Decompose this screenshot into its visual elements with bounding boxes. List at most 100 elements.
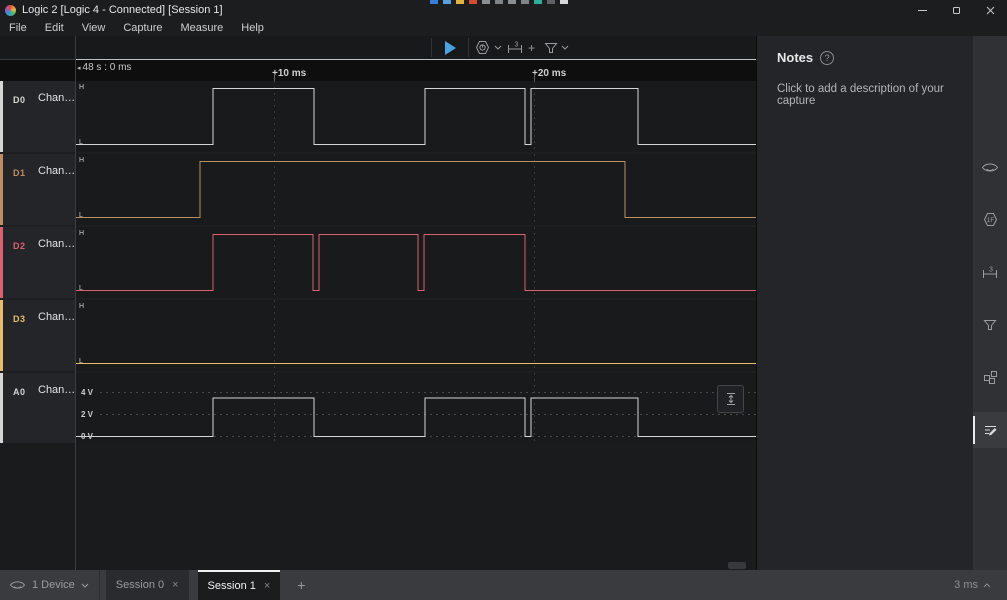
measurement-icon: 3 xyxy=(508,42,522,53)
channel-label-panel-d3[interactable]: D3 Chan… xyxy=(0,300,76,371)
vertical-scale-icon xyxy=(726,393,735,405)
time-scale-indicator[interactable]: 3 ms xyxy=(954,570,1007,600)
menu-help[interactable]: Help xyxy=(232,22,273,34)
high-level-marker: H xyxy=(79,303,85,310)
funnel-icon xyxy=(544,42,558,53)
capture-toolbar: 3 + xyxy=(0,36,756,59)
session-tab-label: Session 0 xyxy=(115,579,165,591)
channel-id-label: D0 xyxy=(13,95,26,105)
channel-color-stripe xyxy=(0,81,3,152)
timeline-tick-label: +20 ms xyxy=(532,68,567,79)
chevron-up-icon xyxy=(983,582,991,587)
capture-info-icon xyxy=(981,161,999,174)
taskbar-peek-strip xyxy=(430,0,568,4)
logic2-app-window: Logic 2 [Logic 4 - Connected] [Session 1… xyxy=(0,0,1007,600)
minimize-icon[interactable] xyxy=(905,0,939,20)
notes-title: Notes xyxy=(777,50,814,65)
new-session-button[interactable]: + xyxy=(289,570,313,600)
timeline-tick-mark xyxy=(534,74,535,81)
menu-measure[interactable]: Measure xyxy=(172,22,233,34)
extensions-icon xyxy=(983,370,998,385)
timeline-ruler[interactable]: ◂ 48 s : 0 ms +10 ms +20 ms xyxy=(0,59,756,81)
svg-text:3: 3 xyxy=(989,266,993,273)
channel-label-panel-d0[interactable]: D0 Chan… xyxy=(0,81,76,152)
capture-empty-area[interactable] xyxy=(0,443,756,570)
annotations-icon xyxy=(983,423,998,438)
chevron-down-icon xyxy=(81,583,89,588)
channel-row-d3: D3 Chan… H L xyxy=(0,300,756,371)
channel-waveform-d0[interactable]: HL xyxy=(76,81,756,152)
right-icon-sidebar: 1F 3 xyxy=(973,36,1007,570)
sidebar-triggers-icon[interactable] xyxy=(973,307,1007,343)
channel-id-label: D1 xyxy=(13,168,26,178)
horizontal-scrollbar-thumb[interactable] xyxy=(728,562,746,569)
channel-color-stripe xyxy=(0,154,3,225)
taskbar-peek-chip xyxy=(456,0,464,4)
play-icon xyxy=(444,40,456,55)
help-icon[interactable]: ? xyxy=(820,50,835,65)
bottom-bar: 1 Device Session 0 × Session 1 × + 3 ms xyxy=(0,570,1007,600)
close-tab-icon[interactable]: × xyxy=(172,579,178,591)
restore-icon[interactable] xyxy=(939,0,973,20)
taskbar-peek-chip xyxy=(482,0,490,4)
channel-name-label[interactable]: Chan… xyxy=(38,238,75,250)
menu-edit[interactable]: Edit xyxy=(36,22,73,34)
origin-marker-icon: ◂ xyxy=(77,64,81,72)
trigger-filter-button[interactable] xyxy=(544,38,569,57)
low-level-marker: L xyxy=(79,285,83,292)
channel-waveform-a0[interactable]: 4 V 2 V 0 V xyxy=(76,373,756,443)
device-selector[interactable]: 1 Device xyxy=(0,570,99,600)
menu-view[interactable]: View xyxy=(73,22,115,34)
title-bar[interactable]: Logic 2 [Logic 4 - Connected] [Session 1… xyxy=(0,0,1007,20)
menu-capture[interactable]: Capture xyxy=(114,22,171,34)
taskbar-peek-chip xyxy=(495,0,503,4)
channel-name-label[interactable]: Chan… xyxy=(38,311,75,323)
channel-label-panel-d1[interactable]: D1 Chan… xyxy=(0,154,76,225)
channel-name-label[interactable]: Chan… xyxy=(38,165,75,177)
channel-label-panel-a0[interactable]: A0 Chan… xyxy=(0,373,76,443)
channel-id-label: D3 xyxy=(13,314,26,324)
timer-hexagon-icon xyxy=(475,41,490,54)
sidebar-measurements-icon[interactable]: 3 xyxy=(973,254,1007,290)
channel-name-label[interactable]: Chan… xyxy=(38,384,75,396)
analog-scale-button[interactable] xyxy=(717,385,744,413)
sidebar-analyzers-icon[interactable]: 1F xyxy=(973,202,1007,238)
menu-bar: File Edit View Capture Measure Help xyxy=(0,20,1007,36)
sidebar-capture-info-icon[interactable] xyxy=(973,149,1007,185)
session-tab-session-1[interactable]: Session 1 × xyxy=(197,570,281,600)
high-level-marker: H xyxy=(79,230,85,237)
menu-file[interactable]: File xyxy=(0,22,36,34)
channel-label-panel-d2[interactable]: D2 Chan… xyxy=(0,227,76,298)
taskbar-peek-chip xyxy=(560,0,568,4)
session-tab-session-0[interactable]: Session 0 × xyxy=(105,570,189,600)
taskbar-peek-chip xyxy=(430,0,438,4)
channel-waveform-d3[interactable]: HL xyxy=(76,300,756,371)
capture-settings-button[interactable] xyxy=(474,38,502,57)
close-icon[interactable] xyxy=(973,0,1007,20)
taskbar-peek-chip xyxy=(547,0,555,4)
voltage-scale-label: 4 V xyxy=(81,388,94,397)
channel-id-label: D2 xyxy=(13,241,26,251)
taskbar-peek-chip xyxy=(443,0,451,4)
start-capture-button[interactable] xyxy=(438,39,462,56)
channel-name-label[interactable]: Chan… xyxy=(38,92,75,104)
sidebar-annotations-icon[interactable] xyxy=(973,412,1007,448)
window-title: Logic 2 [Logic 4 - Connected] [Session 1… xyxy=(22,4,223,16)
ruler-border xyxy=(76,59,756,60)
channel-rows: D0 Chan… H L D1 Chan… H L D2 Chan… H L D3 Chan… H L A0 Ch… xyxy=(0,81,756,445)
sidebar-extensions-icon[interactable] xyxy=(973,359,1007,395)
taskbar-peek-chip xyxy=(469,0,477,4)
add-measurement-button[interactable]: 3 + xyxy=(506,38,535,57)
svg-text:3: 3 xyxy=(515,42,519,49)
taskbar-peek-chip xyxy=(534,0,542,4)
low-level-marker: L xyxy=(79,358,83,365)
close-tab-icon[interactable]: × xyxy=(264,580,270,592)
channel-panel-divider xyxy=(75,36,76,570)
notes-panel: Notes ? Click to add a description of yo… xyxy=(756,36,973,570)
channel-waveform-d2[interactable]: HL xyxy=(76,227,756,298)
notes-placeholder[interactable]: Click to add a description of your captu… xyxy=(757,65,973,107)
ruler-border-left xyxy=(0,59,76,60)
app-logo-icon xyxy=(5,4,16,16)
taskbar-peek-chip xyxy=(508,0,516,4)
channel-waveform-d1[interactable]: HL xyxy=(76,154,756,225)
